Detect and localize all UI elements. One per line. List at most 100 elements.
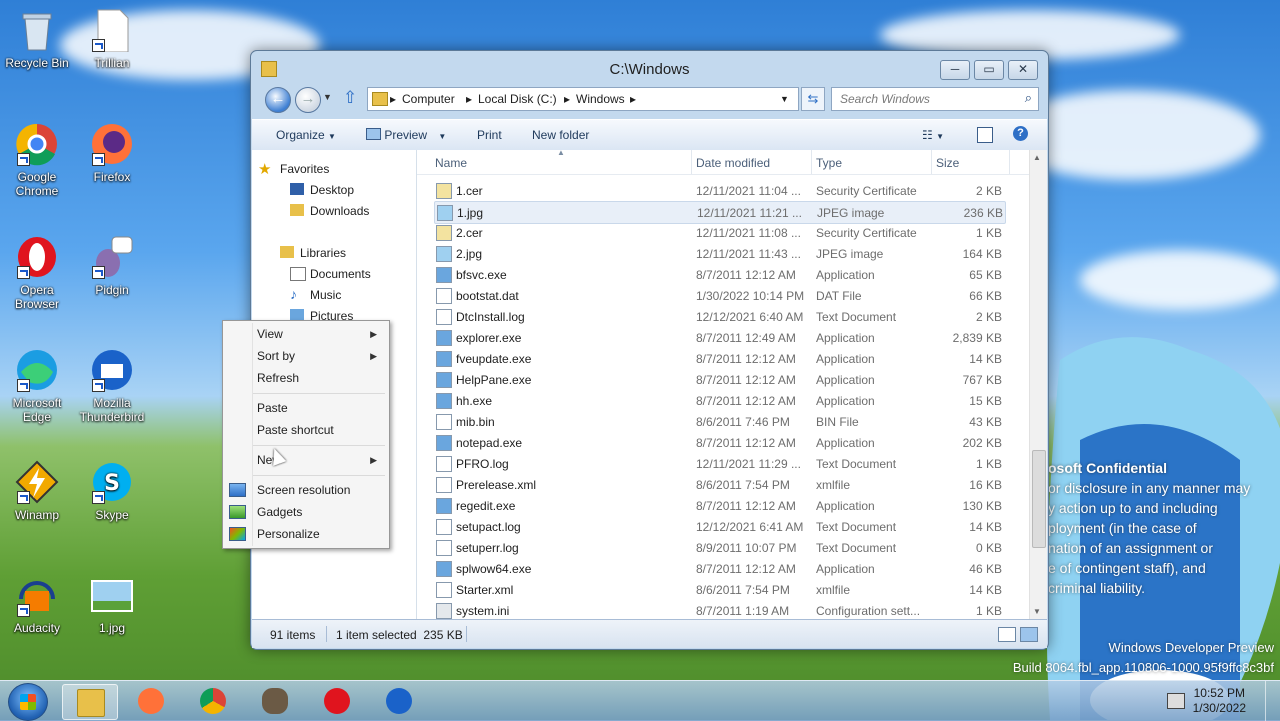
taskbar-chrome[interactable] <box>186 684 240 718</box>
menu-item-sort-by[interactable]: Sort by ▶ <box>257 349 387 363</box>
refresh-icon[interactable]: ⇆ <box>801 87 825 111</box>
nav-downloads[interactable]: Downloads <box>290 204 369 218</box>
forward-button[interactable]: → <box>295 87 321 113</box>
preview-button[interactable]: Preview ▼ <box>366 128 446 142</box>
column-divider[interactable] <box>931 150 932 174</box>
system-clock[interactable]: 10:52 PM 1/30/2022 <box>1193 686 1246 716</box>
column-divider[interactable] <box>811 150 812 174</box>
file-row[interactable]: 2.cer 12/11/2021 11:08 ... Security Certif… <box>434 222 1004 243</box>
taskbar-firefox[interactable] <box>124 684 178 718</box>
breadcrumb-computer[interactable]: Computer <box>402 92 455 106</box>
desktop-icon-trillian[interactable]: Trillian <box>75 8 149 70</box>
menu-item-paste-shortcut[interactable]: Paste shortcut <box>257 423 334 437</box>
file-row[interactable]: PFRO.log 12/11/2021 11:29 ... Text Documen… <box>434 453 1004 474</box>
desktop-icon-firefox[interactable]: Firefox <box>75 122 149 184</box>
column-divider[interactable] <box>1009 150 1010 174</box>
file-size: 14 KB <box>969 352 1002 366</box>
show-desktop-button[interactable] <box>1265 681 1280 721</box>
vertical-scrollbar[interactable]: ▲ ▼ <box>1029 150 1047 619</box>
column-type[interactable]: Type <box>816 156 842 170</box>
breadcrumb-separator-icon[interactable]: ▸ <box>466 92 472 106</box>
nav-favorites[interactable]: ★ Favorites <box>258 161 329 178</box>
up-arrow-icon[interactable]: ⇧ <box>343 88 357 108</box>
desktop-icon-audacity[interactable]: Audacity <box>0 573 74 635</box>
desktop-icon-jpg[interactable]: 1.jpg <box>75 573 149 635</box>
desktop-icon-thunderbird[interactable]: Mozilla Thunderbird <box>75 348 149 424</box>
close-button[interactable]: ✕ <box>1008 60 1038 80</box>
network-icon[interactable] <box>1167 693 1185 709</box>
file-row[interactable]: Prerelease.xml 8/6/2011 7:54 PM xmlfile 16 … <box>434 474 1004 495</box>
desktop-icon-winamp[interactable]: Winamp <box>0 460 74 522</box>
desktop-icon-opera[interactable]: Opera Browser <box>0 235 74 311</box>
scroll-up-icon[interactable]: ▲ <box>1033 153 1041 162</box>
nav-music[interactable]: ♪ Music <box>290 286 341 302</box>
file-row[interactable]: setuperr.log 8/9/2011 10:07 PM Text Docume… <box>434 537 1004 558</box>
file-row[interactable]: bootstat.dat 1/30/2022 10:14 PM DAT File 66… <box>434 285 1004 306</box>
file-row[interactable]: fveupdate.exe 8/7/2011 12:12 AM Applicatio… <box>434 348 1004 369</box>
maximize-button[interactable]: ▭ <box>974 60 1004 80</box>
column-divider[interactable] <box>691 150 692 174</box>
file-row[interactable]: 1.cer 12/11/2021 11:04 ... Security Certif… <box>434 180 1004 201</box>
recent-pages-dropdown-icon[interactable]: ▼ <box>323 92 332 102</box>
file-row[interactable]: system.ini 8/7/2011 1:19 AM Configuration … <box>434 600 1004 621</box>
change-view-icon[interactable]: ☷ ▼ <box>922 128 944 142</box>
taskbar-thunderbird[interactable] <box>372 684 426 718</box>
breadcrumb-local-disk[interactable]: Local Disk (C:) <box>478 92 557 106</box>
file-row[interactable]: mib.bin 8/6/2011 7:46 PM BIN File 43 KB <box>434 411 1004 432</box>
desktop-icon-recycle-bin[interactable]: Recycle Bin <box>0 8 74 70</box>
file-row[interactable]: DtcInstall.log 12/12/2021 6:40 AM Text Doc… <box>434 306 1004 327</box>
start-button[interactable] <box>8 683 48 721</box>
nav-documents[interactable]: Documents <box>290 267 371 281</box>
file-row[interactable]: explorer.exe 8/7/2011 12:49 AM Application… <box>434 327 1004 348</box>
taskbar-gimp[interactable] <box>248 684 302 718</box>
address-bar[interactable]: ▸ Computer ▸ Local Disk (C:) ▸ Windows ▸… <box>367 87 799 111</box>
title-bar[interactable]: C:\Windows ─ ▭ ✕ <box>251 51 1048 87</box>
taskbar-explorer[interactable] <box>62 684 118 720</box>
nav-libraries[interactable]: Libraries <box>280 246 346 260</box>
search-input[interactable]: Search Windows ⌕ <box>831 87 1039 111</box>
file-row[interactable]: 1.jpg 12/11/2021 11:21 ... JPEG image 236 K… <box>434 201 1006 224</box>
print-button[interactable]: Print <box>477 128 502 142</box>
search-icon[interactable]: ⌕ <box>1025 90 1032 106</box>
desktop-icon-edge[interactable]: Microsoft Edge <box>0 348 74 424</box>
file-row[interactable]: regedit.exe 8/7/2011 12:12 AM Application 1… <box>434 495 1004 516</box>
taskbar-opera[interactable] <box>310 684 364 718</box>
file-row[interactable]: Starter.xml 8/6/2011 7:54 PM xmlfile 14 KB <box>434 579 1004 600</box>
scroll-down-icon[interactable]: ▼ <box>1033 607 1041 616</box>
file-row[interactable]: splwow64.exe 8/7/2011 12:12 AM Application… <box>434 558 1004 579</box>
nav-desktop[interactable]: Desktop <box>290 183 354 197</box>
preview-pane-icon[interactable] <box>977 127 993 143</box>
menu-item-screen-resolution[interactable]: Screen resolution <box>257 483 350 497</box>
menu-item-view[interactable]: View ▶ <box>257 327 387 341</box>
file-row[interactable]: hh.exe 8/7/2011 12:12 AM Application 15 KB <box>434 390 1004 411</box>
file-row[interactable]: setupact.log 12/12/2021 6:41 AM Text Docum… <box>434 516 1004 537</box>
minimize-button[interactable]: ─ <box>940 60 970 80</box>
breadcrumb-windows[interactable]: Windows <box>576 92 625 106</box>
menu-item-paste[interactable]: Paste <box>257 401 288 415</box>
desktop-icon-skype[interactable]: S Skype <box>75 460 149 522</box>
menu-item-personalize[interactable]: Personalize <box>257 527 320 541</box>
new-folder-button[interactable]: New folder <box>532 128 589 142</box>
breadcrumb-separator-icon[interactable]: ▸ <box>390 92 396 106</box>
large-icons-view-icon[interactable] <box>1020 627 1038 642</box>
column-size[interactable]: Size <box>936 156 959 170</box>
address-dropdown-icon[interactable]: ▼ <box>780 94 789 104</box>
column-name[interactable]: Name <box>435 156 467 170</box>
file-row[interactable]: bfsvc.exe 8/7/2011 12:12 AM Application 65 … <box>434 264 1004 285</box>
desktop-icon-chrome[interactable]: Google Chrome <box>0 122 74 198</box>
breadcrumb-separator-icon[interactable]: ▸ <box>564 92 570 106</box>
back-button[interactable]: ← <box>265 87 291 113</box>
file-list[interactable]: Name ▲ Date modified Type Size 1.cer 12/1… <box>417 148 1047 621</box>
desktop-icon-pidgin[interactable]: Pidgin <box>75 235 149 297</box>
scrollbar-thumb[interactable] <box>1032 450 1046 548</box>
help-icon[interactable]: ? <box>1013 126 1028 141</box>
menu-item-gadgets[interactable]: Gadgets <box>257 505 302 519</box>
file-row[interactable]: notepad.exe 8/7/2011 12:12 AM Application 2… <box>434 432 1004 453</box>
breadcrumb-separator-icon[interactable]: ▸ <box>630 92 636 106</box>
file-row[interactable]: HelpPane.exe 8/7/2011 12:12 AM Application… <box>434 369 1004 390</box>
menu-item-refresh[interactable]: Refresh <box>257 371 299 385</box>
file-row[interactable]: 2.jpg 12/11/2021 11:43 ... JPEG image 164 K… <box>434 243 1004 264</box>
details-view-icon[interactable] <box>998 627 1016 642</box>
organize-button[interactable]: Organize ▼ <box>276 128 336 142</box>
column-date-modified[interactable]: Date modified <box>696 156 770 170</box>
